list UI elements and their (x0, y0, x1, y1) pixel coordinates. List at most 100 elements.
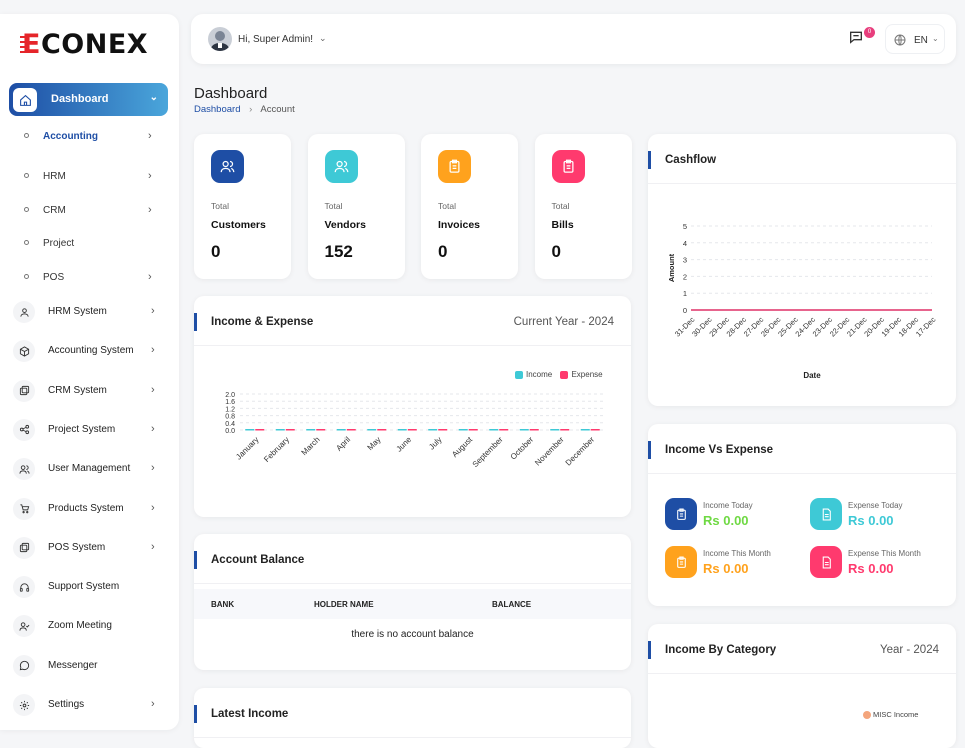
sidebar-item-project-system[interactable]: Project System › (13, 418, 163, 441)
summary-expense-this-month: Expense This Month Rs 0.00 (810, 546, 960, 582)
bar-income[interactable] (275, 429, 285, 431)
bar-income[interactable] (489, 429, 499, 431)
table-header: BANK HOLDER NAME BALANCE (194, 589, 631, 619)
bar-expense[interactable] (407, 429, 417, 431)
bar-income[interactable] (428, 429, 438, 431)
stat-name: Bills (551, 219, 574, 231)
bar-income[interactable] (306, 429, 316, 431)
sidebar-item-support-system[interactable]: Support System (13, 576, 163, 599)
bar-income[interactable] (397, 429, 407, 431)
y-tick-label: 2 (683, 272, 687, 281)
stat-card-vendors[interactable]: Total Vendors 152 (307, 134, 405, 279)
breadcrumb-link[interactable]: Dashboard (194, 104, 240, 115)
language-selector[interactable]: EN ⌄ (885, 24, 945, 54)
bar-income[interactable] (245, 429, 255, 431)
sidebar-subitem-label: HRM (43, 171, 66, 182)
bar-expense[interactable] (346, 429, 356, 431)
bar-expense[interactable] (255, 429, 265, 431)
chevron-down-icon[interactable]: ⌄ (319, 33, 327, 44)
bar-expense[interactable] (285, 429, 295, 431)
stat-name: Invoices (438, 219, 481, 231)
bar-expense[interactable] (560, 429, 570, 431)
sidebar-item-dashboard[interactable]: Dashboard ⌄ (9, 83, 168, 116)
sidebar-item-messenger[interactable]: Messenger (13, 654, 163, 677)
clipboard-icon (665, 498, 697, 530)
legend-swatch (560, 370, 569, 379)
legend-swatch (863, 711, 871, 720)
bar-income[interactable] (336, 429, 346, 431)
sidebar-item-label: Settings (48, 699, 85, 710)
sidebar-item-settings[interactable]: Settings › (13, 694, 163, 716)
legend-income[interactable]: Income (515, 370, 552, 379)
sidebar-item-zoom-meeting[interactable]: Zoom Meeting (13, 615, 163, 638)
bar-expense[interactable] (529, 429, 539, 431)
sidebar-item-hrm-system[interactable]: HRM System › (13, 301, 163, 323)
stat-name: Customers (211, 219, 266, 231)
card-title: Income & Expense (211, 316, 314, 328)
x-tick-label: February (262, 435, 291, 464)
bar-expense[interactable] (468, 429, 478, 431)
user-icon (13, 301, 35, 323)
legend-expense[interactable]: Expense (560, 370, 603, 379)
stat-value: 0 (211, 242, 221, 261)
bar-income[interactable] (519, 429, 529, 431)
y-tick-label: 2.0 (225, 392, 235, 399)
bar-expense[interactable] (438, 429, 448, 431)
sidebar-item-user-management[interactable]: User Management › (13, 458, 163, 481)
x-tick-label: April (334, 435, 352, 453)
sidebar-item-crm-system[interactable]: CRM System › (13, 379, 163, 402)
bar-expense[interactable] (590, 429, 600, 431)
sidebar-item-label: User Management (48, 463, 131, 475)
y-tick-label: 1 (683, 289, 687, 298)
sidebar: ECONEX Dashboard ⌄ Accounting › HRM › CRM › Pr… (0, 14, 179, 730)
summary-label: Expense This Month (848, 549, 921, 558)
summary-label: Expense Today (848, 501, 903, 510)
logo-text: CONEX (40, 29, 149, 60)
bar-income[interactable] (550, 429, 560, 431)
y-tick-label: 4 (683, 239, 687, 248)
bullet-icon (24, 274, 29, 279)
globe-icon (894, 33, 906, 51)
stat-label: Total (211, 201, 229, 211)
card-title: Latest Income (211, 708, 289, 720)
home-icon (13, 88, 37, 112)
sidebar-item-accounting-system[interactable]: Accounting System › (13, 340, 163, 363)
chevron-right-icon: › (151, 344, 155, 357)
bar-income[interactable] (580, 429, 590, 431)
header-accent (648, 441, 651, 459)
sidebar-item-pos-system[interactable]: POS System › (13, 536, 163, 559)
brand-logo[interactable]: ECONEX (20, 29, 149, 60)
card-header: Income Vs Expense (648, 424, 956, 474)
stat-card-invoices[interactable]: Total Invoices 0 (421, 134, 518, 279)
clipboard-icon (551, 150, 585, 183)
income-expense-card: Income & Expense Current Year - 2024 Inc… (194, 296, 631, 517)
bar-income[interactable] (458, 429, 468, 431)
income-vs-expense-card: Income Vs Expense Income Today Rs 0.00 Exp… (648, 424, 956, 606)
stat-value: 0 (551, 242, 561, 261)
chevron-right-icon: › (148, 170, 152, 182)
column-header-bank: BANK (211, 600, 235, 609)
chevron-right-icon: › (151, 540, 155, 553)
avatar[interactable] (208, 27, 232, 51)
bar-expense[interactable] (316, 429, 326, 431)
summary-label: Income This Month (703, 549, 771, 558)
chevron-right-icon: › (151, 305, 155, 317)
header-accent (648, 151, 651, 169)
bullet-icon (24, 207, 29, 212)
chart-legend: Income Expense (515, 370, 603, 379)
card-header: Latest Income (194, 688, 631, 738)
card-header: Income By Category Year - 2024 (648, 624, 956, 674)
user-check-icon (13, 615, 35, 638)
y-tick-label: 1.2 (225, 406, 235, 413)
bar-expense[interactable] (377, 429, 387, 431)
sidebar-item-products-system[interactable]: Products System › (13, 497, 163, 520)
stat-card-customers[interactable]: Total Customers 0 (194, 134, 291, 279)
stat-label: Total (324, 201, 343, 211)
x-tick-label: July (427, 435, 443, 451)
stat-card-bills[interactable]: Total Bills 0 (534, 134, 632, 279)
bar-expense[interactable] (499, 429, 509, 431)
box-icon (13, 340, 35, 363)
bar-income[interactable] (367, 429, 377, 431)
x-tick-label: October (509, 435, 536, 462)
user-greeting[interactable]: Hi, Super Admin! (238, 34, 313, 45)
